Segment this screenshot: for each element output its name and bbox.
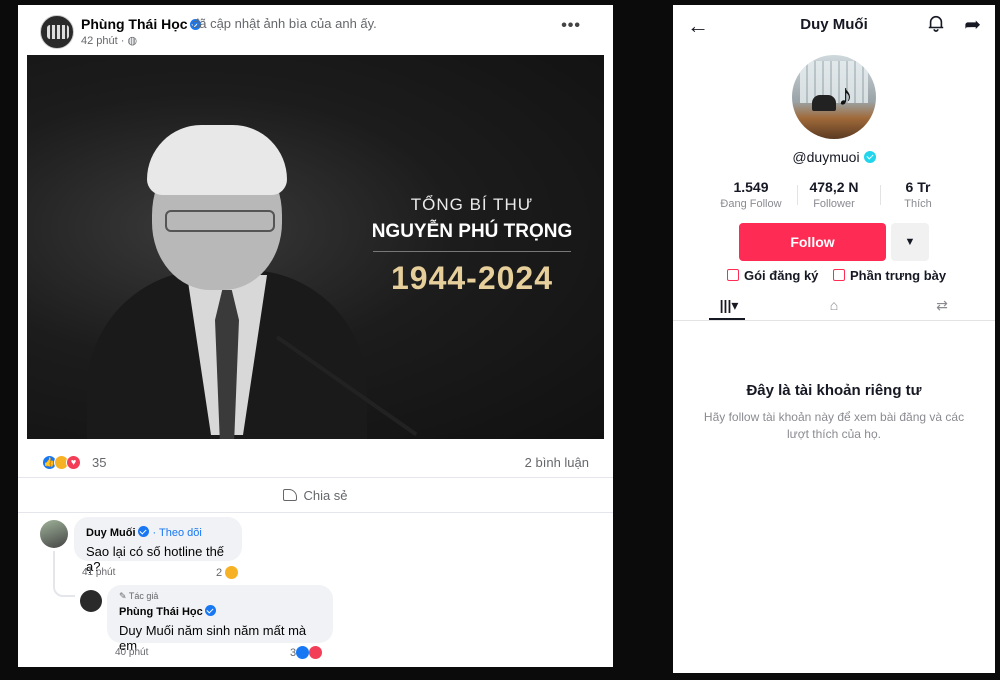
- stat-value: 6 Tr: [905, 179, 931, 195]
- private-account-title: Đây là tài khoản riêng tư: [746, 382, 922, 399]
- author-name[interactable]: Phùng Thái Học: [81, 16, 201, 32]
- post-header: Phùng Thái Học đã cập nhật ảnh bìa của a…: [18, 5, 613, 55]
- reply-time[interactable]: 40 phút: [115, 647, 148, 658]
- subscription-icon: [727, 269, 739, 281]
- comment-reactions[interactable]: 2: [216, 566, 239, 579]
- follow-link[interactable]: · Theo dõi: [153, 527, 202, 539]
- private-account-description: Hãy follow tài khoản này để xem bài đăng…: [703, 410, 965, 441]
- cover-years: 1944-2024: [390, 260, 554, 296]
- reaction-count[interactable]: 35: [92, 455, 106, 470]
- tab-reposts-icon[interactable]: ⇄: [927, 297, 957, 314]
- handle-text: @duymuoi: [792, 149, 860, 165]
- post-action-text: đã cập nhật ảnh bìa của anh ấy.: [192, 16, 377, 31]
- tab-videos-icon[interactable]: |||▾: [714, 297, 744, 314]
- dropdown-chevron-icon[interactable]: ▼: [891, 223, 929, 261]
- more-options-icon[interactable]: •••: [561, 17, 581, 35]
- author-name-text[interactable]: Phùng Thái Học: [81, 16, 188, 32]
- share-label: Chia sẻ: [303, 488, 348, 503]
- share-arrow-icon[interactable]: ➦: [964, 12, 981, 37]
- subscription-link[interactable]: Gói đăng ký: [727, 268, 818, 283]
- cover-divider: [373, 251, 571, 252]
- share-icon: [283, 489, 298, 501]
- portrait-image: [47, 85, 418, 439]
- commenter-avatar[interactable]: [40, 520, 68, 548]
- cover-photo[interactable]: TỔNG BÍ THƯ NGUYỄN PHÚ TRỌNG 1944-2024: [27, 55, 604, 439]
- active-tab-indicator: [709, 318, 745, 320]
- cover-name: NGUYỄN PHÚ TRỌNG: [371, 221, 573, 242]
- follow-button[interactable]: Follow: [739, 223, 886, 261]
- tab-shop-icon[interactable]: ⌂: [819, 297, 849, 313]
- post-time-text[interactable]: 42 phút: [81, 35, 118, 47]
- bell-icon[interactable]: [927, 14, 945, 32]
- subscription-label: Gói đăng ký: [744, 268, 819, 283]
- profile-avatar[interactable]: ♪: [792, 55, 876, 139]
- screenshot-stage: Phùng Thái Học đã cập nhật ảnh bìa của a…: [0, 0, 1000, 680]
- reply-author-name[interactable]: Phùng Thái Học: [119, 606, 203, 618]
- like-icon: [296, 646, 310, 659]
- cover-caption: TỔNG BÍ THƯ NGUYỄN PHÚ TRỌNG 1944-2024: [367, 195, 577, 297]
- stat-label: Thích: [904, 198, 932, 210]
- showcase-link[interactable]: Phần trưng bày: [833, 268, 946, 283]
- profile-handle: @duymuoi: [673, 149, 995, 165]
- stat-label: Follower: [813, 198, 855, 210]
- comment-count[interactable]: 2 bình luận: [525, 455, 589, 470]
- comment-reaction-count: 2: [216, 567, 223, 579]
- sad-icon: [225, 566, 239, 579]
- comment-time[interactable]: 41 phút: [82, 567, 115, 578]
- stat-value: 478,2 N: [809, 179, 859, 195]
- love-icon: [309, 646, 323, 659]
- verified-badge-icon: [204, 605, 216, 616]
- verified-badge-icon: [863, 151, 876, 163]
- author-avatar[interactable]: [40, 15, 74, 49]
- showcase-label: Phần trưng bày: [850, 268, 947, 283]
- love-icon[interactable]: ♥: [66, 455, 81, 470]
- avatar-window: [800, 61, 868, 103]
- post-time[interactable]: 42 phút · ◍: [81, 34, 137, 47]
- author-badge: ✎ Tác giả: [119, 591, 159, 601]
- author-reply-avatar[interactable]: [80, 590, 102, 612]
- reactions-bar: 👍 ♥ 35 2 bình luận: [18, 440, 613, 478]
- reply-reactions[interactable]: 3: [290, 646, 323, 659]
- share-button[interactable]: Chia sẻ: [283, 488, 348, 503]
- comment-bubble: Duy Muối · Theo dõi Sao lại có số hotline…: [74, 517, 242, 574]
- facebook-post: Phùng Thái Học đã cập nhật ảnh bìa của a…: [18, 5, 613, 667]
- reply-bubble: ✎ Tác giả Phùng Thái Học Duy Muối năm si…: [107, 585, 333, 653]
- portrait-glasses: [165, 210, 275, 232]
- stat-likes[interactable]: 6 Tr Thích: [873, 179, 963, 210]
- tiktok-logo-icon: ♪: [838, 79, 853, 112]
- tiktok-profile: ← Duy Muối ➦ ♪ @duymuoi 1.549 Đang Follo…: [673, 5, 995, 673]
- stat-followers[interactable]: 478,2 N Follower: [789, 179, 879, 210]
- profile-title: Duy Muối: [800, 16, 868, 33]
- stat-label: Đang Follow: [720, 198, 782, 210]
- cover-title: TỔNG BÍ THƯ: [410, 195, 534, 214]
- avatar-person: [812, 95, 836, 111]
- globe-icon: ◍: [127, 35, 138, 47]
- stat-following[interactable]: 1.549 Đang Follow: [706, 179, 796, 210]
- stat-value: 1.549: [733, 179, 769, 195]
- profile-tabs: |||▾ ⌂ ⇄: [673, 291, 995, 321]
- share-bar: Chia sẻ: [18, 479, 613, 513]
- portrait-hair: [147, 125, 287, 195]
- shopping-bag-icon: [833, 269, 845, 281]
- reply-thread-line: [53, 551, 75, 597]
- verified-badge-icon: [137, 526, 149, 537]
- commenter-name[interactable]: Duy Muối: [86, 527, 136, 539]
